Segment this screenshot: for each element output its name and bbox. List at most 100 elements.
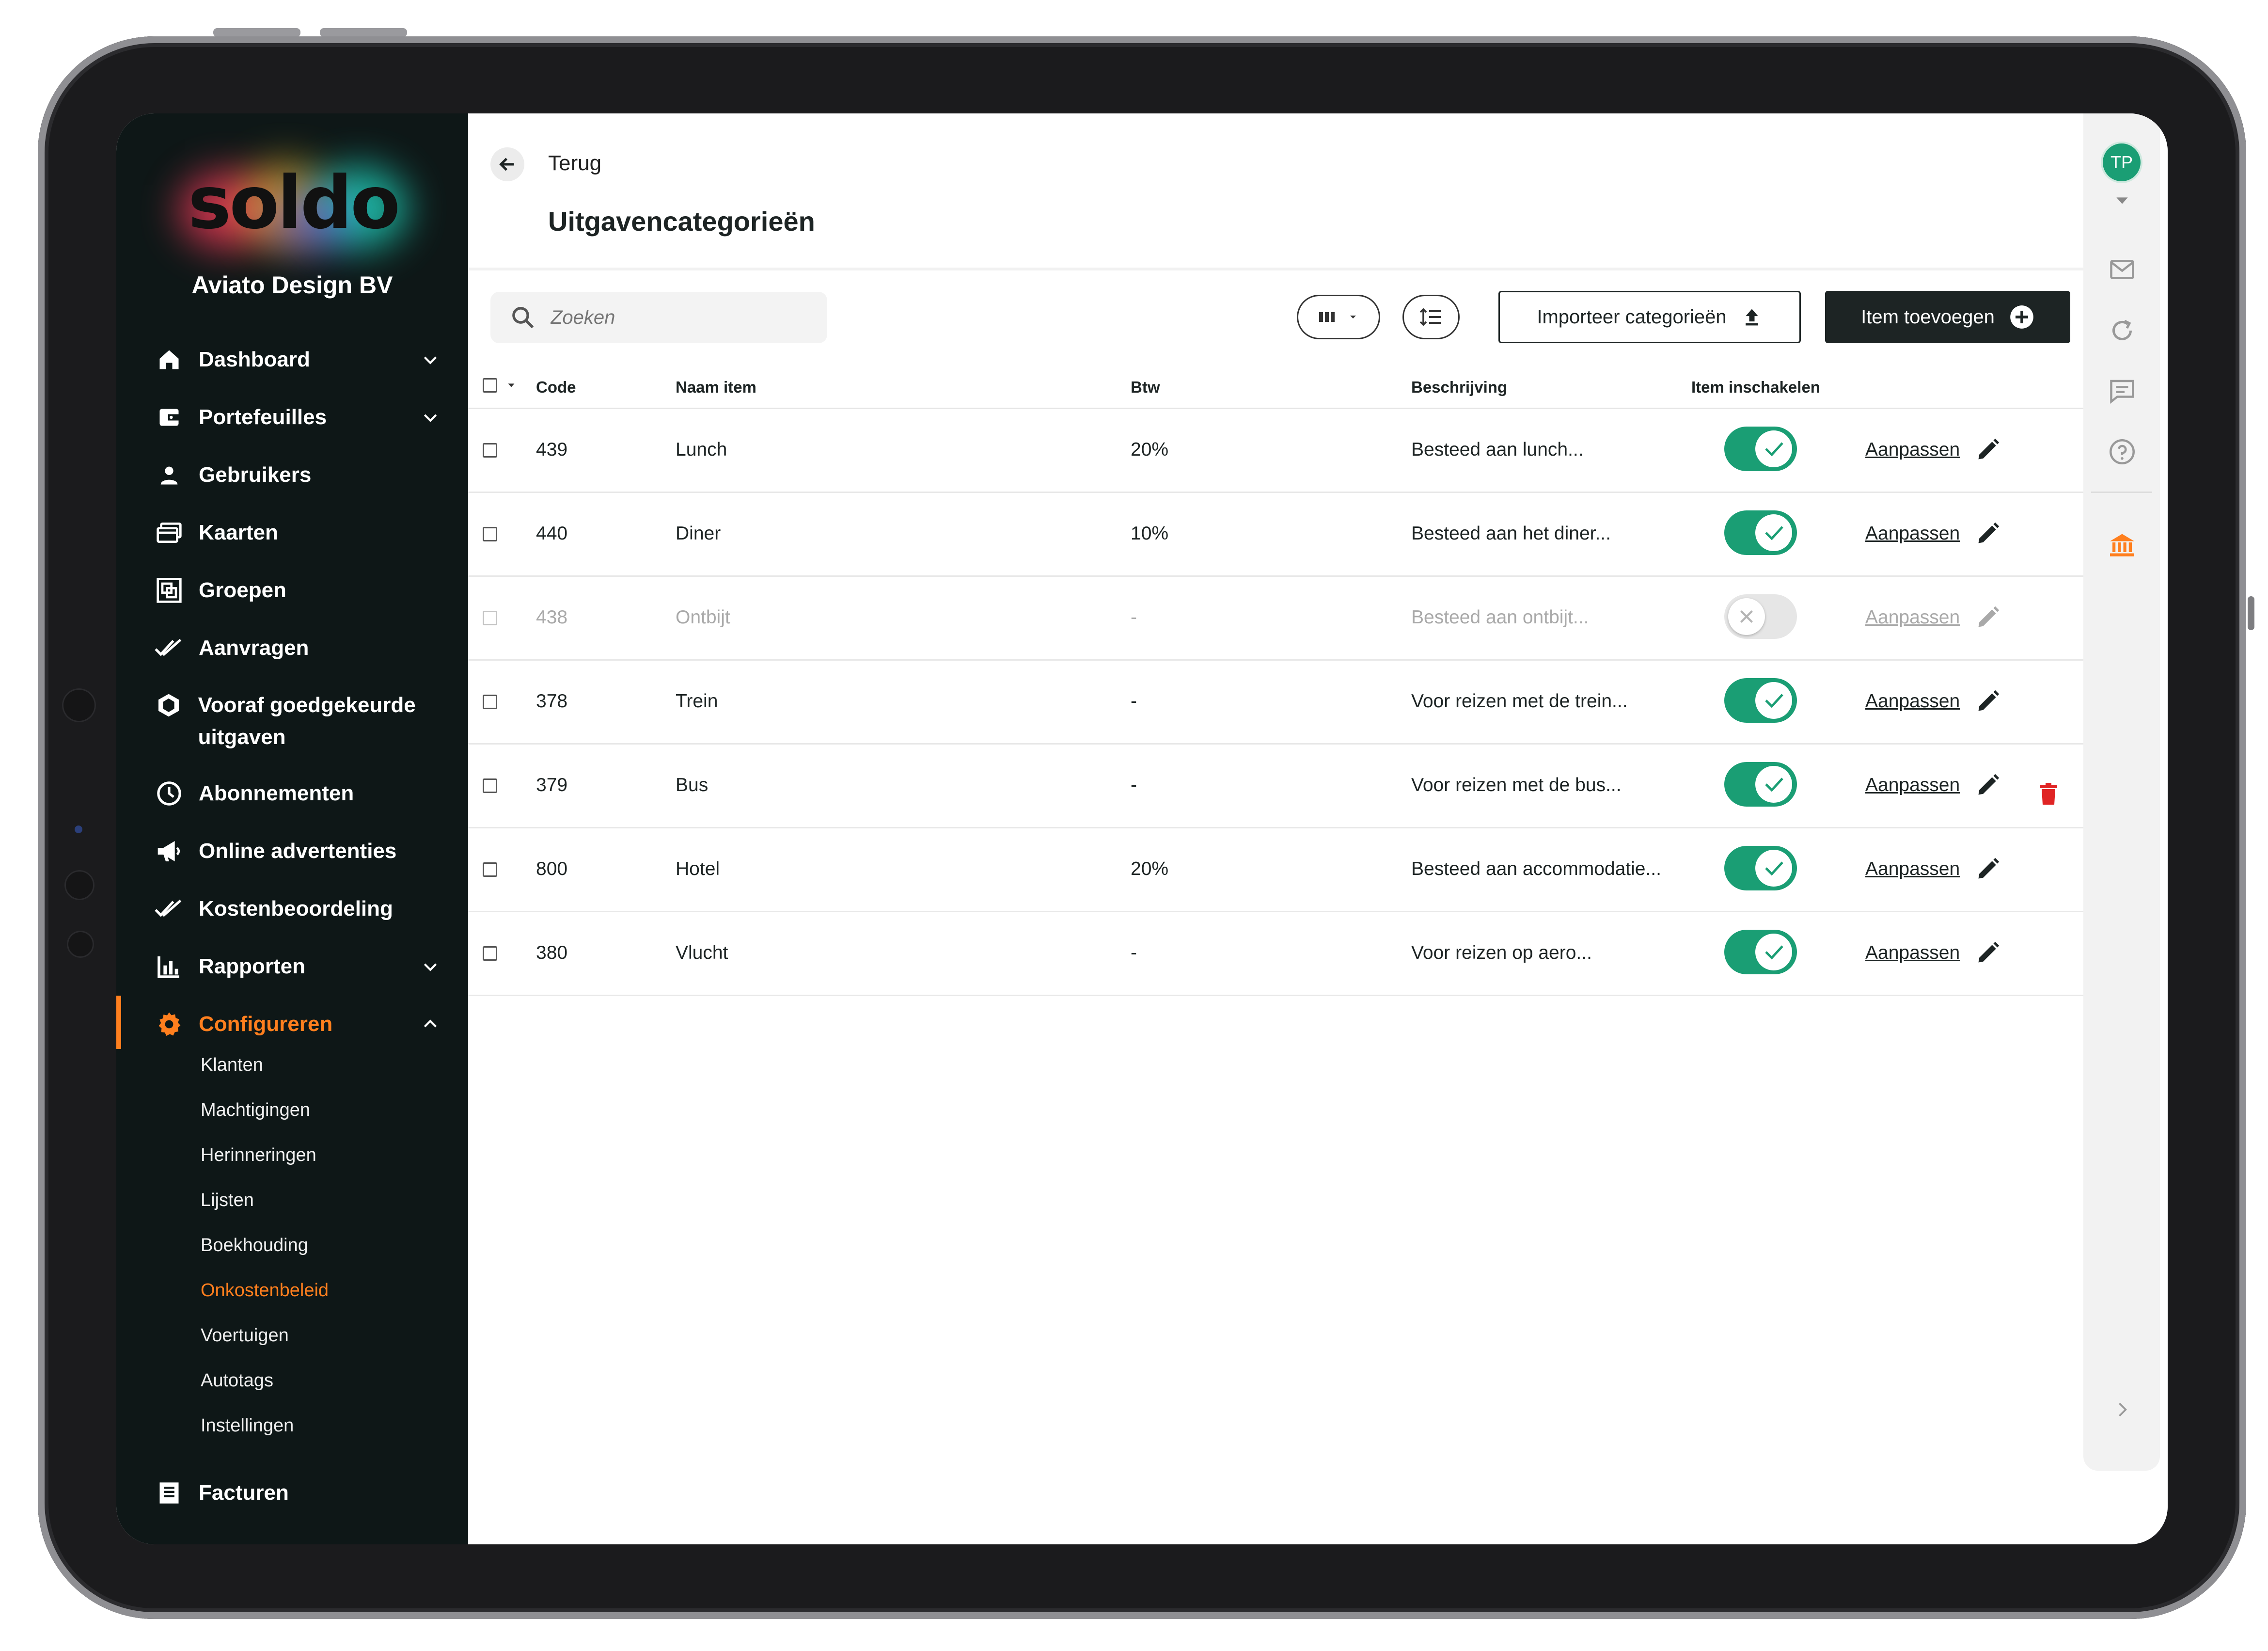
enable-toggle[interactable] bbox=[1724, 427, 1797, 471]
search-input[interactable] bbox=[550, 306, 803, 329]
column-header-name[interactable]: Naam item bbox=[676, 378, 756, 397]
sort-button[interactable] bbox=[1402, 295, 1460, 339]
column-header-description[interactable]: Beschrijving bbox=[1411, 378, 1507, 397]
right-rail: TP bbox=[2083, 113, 2168, 1544]
sub-autotags[interactable]: Autotags bbox=[201, 1370, 273, 1391]
table-header: Code Naam item Btw Beschrijving Item ins… bbox=[468, 361, 2083, 409]
row-checkbox[interactable] bbox=[483, 527, 497, 541]
caret-down-icon[interactable] bbox=[2112, 191, 2132, 210]
pencil-icon[interactable] bbox=[1975, 857, 2000, 882]
column-header-enable[interactable]: Item inschakelen bbox=[1691, 378, 1820, 397]
nav-rapporten[interactable]: Rapporten bbox=[154, 943, 455, 990]
nav-label: Online advertenties bbox=[199, 839, 397, 863]
add-item-button[interactable]: Item toevoegen bbox=[1825, 291, 2070, 343]
back-button[interactable] bbox=[490, 147, 524, 181]
nav-abonnementen[interactable]: Abonnementen bbox=[154, 770, 455, 817]
row-checkbox[interactable] bbox=[483, 695, 497, 709]
double-check-icon bbox=[154, 633, 184, 663]
chevron-right-icon[interactable] bbox=[2111, 1399, 2133, 1420]
device-button-right bbox=[2248, 596, 2254, 630]
cell-code: 378 bbox=[536, 691, 568, 712]
trash-icon[interactable] bbox=[2038, 782, 2059, 806]
pencil-icon[interactable] bbox=[1975, 940, 2000, 966]
sub-herinneringen[interactable]: Herinneringen bbox=[201, 1145, 316, 1166]
back-label[interactable]: Terug bbox=[548, 151, 601, 175]
sub-boekhouding[interactable]: Boekhouding bbox=[201, 1235, 308, 1256]
edit-link[interactable]: Aanpassen bbox=[1865, 607, 1960, 628]
edit-link[interactable]: Aanpassen bbox=[1865, 942, 1960, 964]
nav-label: Aanvragen bbox=[199, 636, 309, 660]
help-icon[interactable] bbox=[2108, 437, 2137, 466]
check-icon bbox=[1765, 778, 1783, 792]
column-header-code[interactable]: Code bbox=[536, 378, 576, 397]
bar-chart-icon bbox=[154, 952, 184, 982]
camera-dot bbox=[67, 931, 94, 958]
nav-dashboard[interactable]: Dashboard bbox=[154, 336, 455, 383]
user-icon bbox=[154, 460, 184, 490]
cell-name: Ontbijt bbox=[676, 607, 730, 628]
chat-icon[interactable] bbox=[2108, 376, 2137, 405]
edit-link[interactable]: Aanpassen bbox=[1865, 775, 1960, 796]
search-box[interactable] bbox=[490, 292, 827, 343]
cell-code: 440 bbox=[536, 523, 568, 544]
row-checkbox[interactable] bbox=[483, 443, 497, 458]
select-all-checkbox[interactable] bbox=[483, 378, 497, 393]
invoice-icon bbox=[154, 1478, 184, 1508]
column-header-vat[interactable]: Btw bbox=[1131, 378, 1160, 397]
clock-icon bbox=[154, 778, 184, 809]
nav-portefeuilles[interactable]: Portefeuilles bbox=[154, 394, 455, 441]
cell-description: Voor reizen met de bus... bbox=[1411, 775, 1622, 795]
enable-toggle[interactable] bbox=[1724, 510, 1797, 555]
enable-toggle[interactable] bbox=[1724, 846, 1797, 890]
sub-voertuigen[interactable]: Voertuigen bbox=[201, 1325, 289, 1346]
nav-kaarten[interactable]: Kaarten bbox=[154, 509, 455, 556]
pencil-icon[interactable] bbox=[1975, 773, 2000, 798]
pencil-icon[interactable] bbox=[1975, 605, 2000, 630]
bank-icon[interactable] bbox=[2108, 530, 2137, 559]
enable-toggle[interactable] bbox=[1724, 930, 1797, 974]
sub-lijsten[interactable]: Lijsten bbox=[201, 1190, 254, 1211]
cell-vat: 20% bbox=[1131, 439, 1169, 460]
nav-gebruikers[interactable]: Gebruikers bbox=[154, 452, 455, 498]
nav-vooraf-goedgekeurde-uitgaven[interactable]: Vooraf goedgekeurde uitgaven bbox=[154, 683, 425, 751]
plus-circle-icon bbox=[2010, 305, 2033, 329]
edit-link[interactable]: Aanpassen bbox=[1865, 523, 1960, 544]
mail-icon[interactable] bbox=[2108, 255, 2137, 284]
nav-label: Kostenbeoordeling bbox=[199, 897, 393, 921]
enable-toggle[interactable] bbox=[1724, 762, 1797, 807]
sub-klanten[interactable]: Klanten bbox=[201, 1055, 263, 1076]
enable-toggle[interactable] bbox=[1724, 678, 1797, 723]
row-checkbox[interactable] bbox=[483, 611, 497, 625]
edit-link[interactable]: Aanpassen bbox=[1865, 439, 1960, 460]
pencil-icon[interactable] bbox=[1975, 521, 2000, 546]
row-checkbox[interactable] bbox=[483, 862, 497, 877]
sub-machtigingen[interactable]: Machtigingen bbox=[201, 1100, 310, 1121]
refresh-icon[interactable] bbox=[2108, 316, 2137, 345]
company-name: Aviato Design BV bbox=[191, 271, 393, 299]
check-icon bbox=[1765, 945, 1783, 960]
edit-link[interactable]: Aanpassen bbox=[1865, 858, 1960, 880]
columns-toggle-button[interactable] bbox=[1297, 295, 1380, 339]
row-checkbox[interactable] bbox=[483, 946, 497, 961]
avatar[interactable]: TP bbox=[2101, 142, 2142, 183]
chevron-down-icon bbox=[424, 963, 437, 971]
sub-instellingen[interactable]: Instellingen bbox=[201, 1415, 294, 1436]
cell-description: Voor reizen met de trein... bbox=[1411, 691, 1628, 712]
sub-onkostenbeleid[interactable]: Onkostenbeleid bbox=[201, 1280, 329, 1301]
enable-toggle[interactable] bbox=[1724, 594, 1797, 639]
nav-facturen[interactable]: Facturen bbox=[154, 1470, 455, 1516]
nav-groepen[interactable]: Groepen bbox=[154, 567, 455, 614]
row-checkbox[interactable] bbox=[483, 778, 497, 793]
edit-link[interactable]: Aanpassen bbox=[1865, 691, 1960, 712]
chevron-down-icon bbox=[424, 414, 437, 422]
caret-down-icon[interactable] bbox=[506, 380, 517, 391]
nav-aanvragen[interactable]: Aanvragen bbox=[154, 625, 455, 671]
import-categories-button[interactable]: Importeer categorieën bbox=[1498, 291, 1801, 343]
pencil-icon[interactable] bbox=[1975, 689, 2000, 714]
nav-kostenbeoordeling[interactable]: Kostenbeoordeling bbox=[154, 886, 455, 932]
nav-label: Groepen bbox=[199, 578, 286, 602]
pencil-icon[interactable] bbox=[1975, 437, 2000, 462]
cell-code: 439 bbox=[536, 439, 568, 460]
nav-configureren[interactable]: Configureren bbox=[154, 1001, 455, 1048]
nav-online-advertenties[interactable]: Online advertenties bbox=[154, 828, 455, 874]
